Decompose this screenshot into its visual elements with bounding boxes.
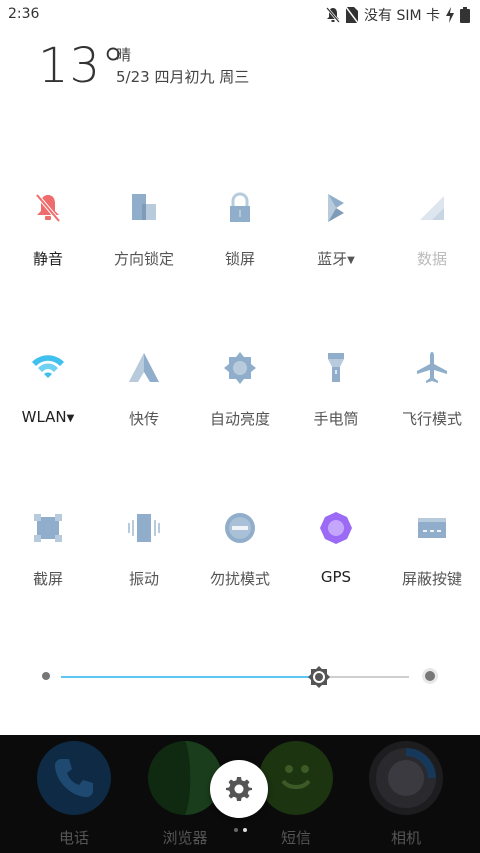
tile-label: 勿扰模式 bbox=[209, 570, 270, 588]
tile-block-keys[interactable]: 屏蔽按键 bbox=[384, 510, 480, 610]
tile-label: 飞行模式 bbox=[401, 410, 462, 428]
tile-label: WLAN▼ bbox=[21, 408, 75, 426]
dock-app-label: 短信 bbox=[280, 829, 311, 847]
tile-vibrate[interactable]: 振动 bbox=[96, 510, 192, 610]
phone-icon bbox=[37, 741, 111, 815]
dock-app-camera[interactable]: 相机 bbox=[358, 741, 454, 851]
brightness-high-icon bbox=[422, 668, 438, 684]
tile-label: GPS bbox=[320, 568, 352, 586]
share-icon bbox=[129, 353, 159, 382]
tile-label: 蓝牙▼ bbox=[317, 250, 355, 268]
tile-label: 屏蔽按键 bbox=[401, 570, 462, 588]
tile-rotation-lock[interactable]: 方向锁定 bbox=[96, 190, 192, 290]
dock-app-label: 相机 bbox=[390, 829, 421, 847]
no-sim-icon bbox=[346, 7, 358, 23]
brightness-low-icon bbox=[42, 672, 50, 680]
bluetooth-icon bbox=[328, 194, 344, 222]
tile-lock-screen[interactable]: 锁屏 bbox=[192, 190, 288, 290]
dock-app-label: 浏览器 bbox=[162, 829, 208, 847]
dropdown-caret-icon: ▼ bbox=[347, 255, 355, 266]
tile-label: 截屏 bbox=[32, 570, 63, 588]
tile-screenshot[interactable]: 截屏 bbox=[0, 510, 96, 610]
dock-app-phone[interactable]: 电话 bbox=[26, 741, 122, 851]
tile-airplane-mode[interactable]: 飞行模式 bbox=[384, 350, 480, 450]
tile-quick-share[interactable]: 快传 bbox=[96, 350, 192, 450]
tile-mobile-data[interactable]: 数据 bbox=[384, 190, 480, 290]
tile-label: 振动 bbox=[128, 570, 159, 588]
tile-bluetooth[interactable]: 蓝牙▼ bbox=[288, 190, 384, 290]
airplane-icon bbox=[417, 352, 447, 383]
tile-label: 自动亮度 bbox=[209, 410, 270, 428]
dock-app-label: 电话 bbox=[58, 829, 89, 847]
weather-condition: 晴 bbox=[116, 46, 132, 64]
tile-label: 快传 bbox=[128, 410, 159, 428]
tile-label: 静音 bbox=[32, 250, 63, 268]
keyboard-icon bbox=[418, 518, 446, 538]
tile-gps[interactable]: GPS bbox=[288, 510, 384, 610]
brightness-icon bbox=[224, 352, 256, 384]
weather-widget[interactable]: 13° 晴 5/23 四月初九 周三 bbox=[38, 38, 458, 98]
page-indicator bbox=[232, 826, 252, 834]
brightness-fill bbox=[61, 676, 319, 678]
rotation-lock-icon bbox=[132, 194, 156, 220]
gps-icon bbox=[320, 512, 352, 544]
network-status-text: 没有 SIM 卡 bbox=[364, 8, 440, 24]
gear-icon bbox=[226, 777, 252, 801]
status-bar: 2:36 没有 SIM 卡 bbox=[0, 0, 480, 28]
tile-flashlight[interactable]: 手电筒 bbox=[288, 350, 384, 450]
vibrate-icon bbox=[128, 514, 160, 542]
page-dot-current bbox=[243, 828, 247, 832]
tile-label: 数据 bbox=[416, 250, 447, 268]
screenshot-icon bbox=[34, 514, 62, 542]
tile-auto-brightness[interactable]: 自动亮度 bbox=[192, 350, 288, 450]
signal-icon bbox=[420, 196, 444, 220]
flashlight-icon bbox=[328, 353, 344, 382]
tile-label: 锁屏 bbox=[224, 250, 255, 268]
messages-icon bbox=[259, 741, 333, 815]
tile-mute[interactable]: 静音 bbox=[0, 190, 96, 290]
temperature: 13° bbox=[38, 38, 127, 94]
tile-do-not-disturb[interactable]: 勿扰模式 bbox=[192, 510, 288, 610]
brightness-slider[interactable] bbox=[38, 660, 442, 694]
do-not-disturb-icon bbox=[225, 513, 255, 543]
camera-icon bbox=[369, 741, 443, 815]
status-time: 2:36 bbox=[8, 6, 40, 22]
bell-off-icon bbox=[35, 193, 61, 223]
brightness-thumb-gear-icon[interactable] bbox=[307, 665, 331, 689]
date-text: 5/23 四月初九 周三 bbox=[116, 68, 250, 86]
brightness-track[interactable] bbox=[61, 666, 409, 688]
tile-label: 手电筒 bbox=[313, 410, 359, 428]
lock-icon bbox=[230, 192, 250, 222]
tile-wlan[interactable]: WLAN▼ bbox=[0, 350, 96, 450]
tile-label: 方向锁定 bbox=[113, 250, 174, 268]
notifications-off-icon bbox=[326, 7, 340, 23]
status-icons: 没有 SIM 卡 bbox=[326, 5, 470, 25]
wifi-icon bbox=[32, 355, 64, 378]
settings-button[interactable] bbox=[210, 760, 268, 818]
page-dot bbox=[234, 828, 238, 832]
charging-icon bbox=[446, 7, 454, 23]
battery-icon bbox=[460, 7, 470, 23]
dropdown-caret-icon: ▼ bbox=[66, 413, 75, 424]
